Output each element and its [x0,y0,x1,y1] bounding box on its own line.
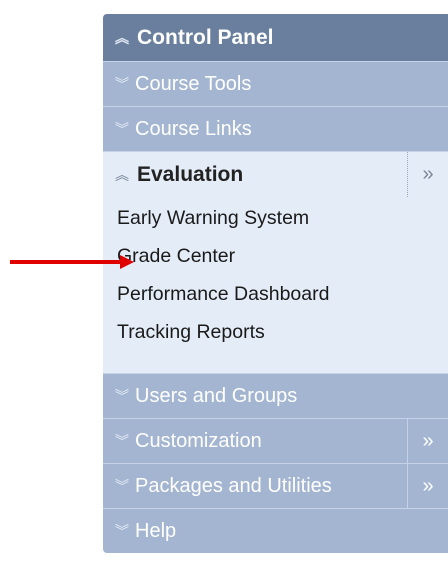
control-panel-title: Control Panel [137,25,274,49]
chevron-down-double-icon: ︾ [115,76,129,92]
section-customization[interactable]: ︾ Customization » [103,418,448,463]
section-evaluation-header[interactable]: ︽ Evaluation » [103,152,448,197]
expand-menu-button[interactable]: » [407,419,448,463]
chevron-down-double-icon: ︾ [115,121,129,137]
section-label: Evaluation [137,162,244,186]
section-help[interactable]: ︾ Help [103,508,448,553]
control-panel-header[interactable]: ︽ Control Panel [103,14,448,61]
control-panel: ︽ Control Panel ︾ Course Tools ︾ Course … [103,14,448,553]
section-course-tools[interactable]: ︾ Course Tools [103,61,448,106]
submenu-item-grade-center[interactable]: Grade Center [103,237,448,275]
section-label: Course Tools [135,72,252,95]
chevron-up-double-icon: ︽ [115,29,129,46]
chevron-down-double-icon: ︾ [115,478,129,494]
expand-menu-button[interactable]: » [407,152,448,197]
section-label: Course Links [135,117,252,140]
section-users-and-groups[interactable]: ︾ Users and Groups [103,373,448,418]
chevron-down-double-icon: ︾ [115,388,129,404]
section-label: Packages and Utilities [135,474,332,497]
section-course-links[interactable]: ︾ Course Links [103,106,448,151]
submenu-item-tracking-reports[interactable]: Tracking Reports [103,313,448,351]
section-label: Customization [135,429,262,452]
chevron-down-double-icon: ︾ [115,523,129,539]
chevron-up-double-icon: ︽ [115,166,129,183]
expand-menu-button[interactable]: » [407,464,448,508]
section-label: Help [135,519,177,542]
section-packages-and-utilities[interactable]: ︾ Packages and Utilities » [103,463,448,508]
red-arrow-annotation-icon [10,255,134,269]
evaluation-submenu: Early Warning System Grade Center Perfor… [103,197,448,373]
section-label: Users and Groups [135,384,298,407]
submenu-item-early-warning-system[interactable]: Early Warning System [103,199,448,237]
chevron-down-double-icon: ︾ [115,433,129,449]
section-evaluation: ︽ Evaluation » Early Warning System Grad… [103,151,448,373]
submenu-item-performance-dashboard[interactable]: Performance Dashboard [103,275,448,313]
